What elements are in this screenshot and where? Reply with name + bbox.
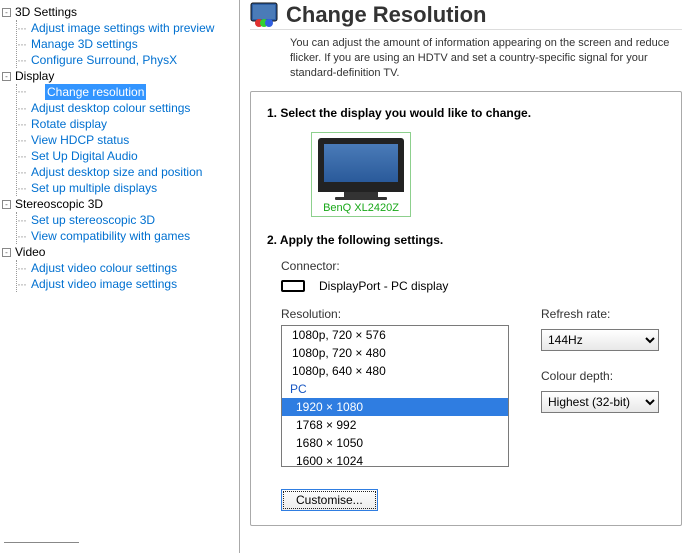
resolution-option[interactable]: 1920 × 1080 (282, 398, 508, 416)
refresh-select[interactable]: 144Hz (541, 329, 659, 351)
tree-item[interactable]: Set Up Digital Audio (17, 148, 237, 164)
tree-category[interactable]: -Display (2, 68, 237, 84)
tree-item[interactable]: Adjust desktop size and position (17, 164, 237, 180)
collapse-icon[interactable]: - (2, 200, 11, 209)
tree-item[interactable]: Change resolution (45, 84, 146, 100)
colour-depth-select[interactable]: Highest (32-bit) (541, 391, 659, 413)
sidebar-tree: -3D SettingsAdjust image settings with p… (0, 0, 240, 553)
tree-item[interactable]: View HDCP status (17, 132, 237, 148)
resolution-option[interactable]: 1080p, 720 × 480 (282, 344, 508, 362)
tree-category-label: 3D Settings (15, 5, 77, 19)
customise-button[interactable]: Customise... (281, 489, 378, 511)
tree-category[interactable]: -Video (2, 244, 237, 260)
resolution-label: Resolution: (281, 307, 509, 321)
tree-category[interactable]: -Stereoscopic 3D (2, 196, 237, 212)
tree-item[interactable]: Adjust image settings with preview (17, 20, 237, 36)
resolution-group-header: PC (282, 380, 508, 398)
tree-category-label: Video (15, 245, 45, 259)
tree-item[interactable]: Adjust desktop colour settings (17, 100, 237, 116)
colour-depth-label: Colour depth: (541, 369, 665, 383)
connector-value: DisplayPort - PC display (319, 279, 448, 293)
resolution-listbox[interactable]: 1080p, 720 × 5761080p, 720 × 4801080p, 6… (281, 325, 509, 467)
tree-item[interactable]: Set up stereoscopic 3D (17, 212, 237, 228)
tree-item[interactable]: Rotate display (17, 116, 237, 132)
display-tile[interactable]: BenQ XL2420Z (311, 132, 411, 217)
tree-item[interactable]: Adjust video colour settings (17, 260, 237, 276)
connector-label: Connector: (267, 259, 665, 273)
tree-category[interactable]: -3D Settings (2, 4, 237, 20)
step1-title: 1. Select the display you would like to … (267, 106, 665, 120)
resolution-option[interactable]: 1680 × 1050 (282, 434, 508, 452)
settings-panel: 1. Select the display you would like to … (250, 91, 682, 526)
tree-item[interactable]: Set up multiple displays (17, 180, 237, 196)
tree-category-label: Display (15, 69, 54, 83)
monitor-icon (318, 138, 404, 200)
page-header: Change Resolution (250, 0, 682, 30)
intro-text: You can adjust the amount of information… (250, 30, 682, 87)
resolution-option[interactable]: 1600 × 1024 (282, 452, 508, 467)
collapse-icon[interactable]: - (2, 72, 11, 81)
displayport-icon (281, 280, 305, 292)
refresh-label: Refresh rate: (541, 307, 665, 321)
tree-item[interactable]: View compatibility with games (17, 228, 237, 244)
tree-item[interactable]: Manage 3D settings (17, 36, 237, 52)
page-title: Change Resolution (286, 2, 486, 28)
tree-item[interactable]: Adjust video image settings (17, 276, 237, 292)
tree-category-label: Stereoscopic 3D (15, 197, 103, 211)
sidebar-divider (4, 542, 79, 543)
resolution-option[interactable]: 1080p, 640 × 480 (282, 362, 508, 380)
step2-title: 2. Apply the following settings. (267, 233, 665, 247)
resolution-option[interactable]: 1080p, 720 × 576 (282, 326, 508, 344)
main-panel: Change Resolution You can adjust the amo… (240, 0, 692, 553)
monitor-color-icon (250, 2, 278, 28)
collapse-icon[interactable]: - (2, 8, 11, 17)
tree-item[interactable]: Configure Surround, PhysX (17, 52, 237, 68)
collapse-icon[interactable]: - (2, 248, 11, 257)
display-label: BenQ XL2420Z (318, 202, 404, 214)
resolution-option[interactable]: 1768 × 992 (282, 416, 508, 434)
